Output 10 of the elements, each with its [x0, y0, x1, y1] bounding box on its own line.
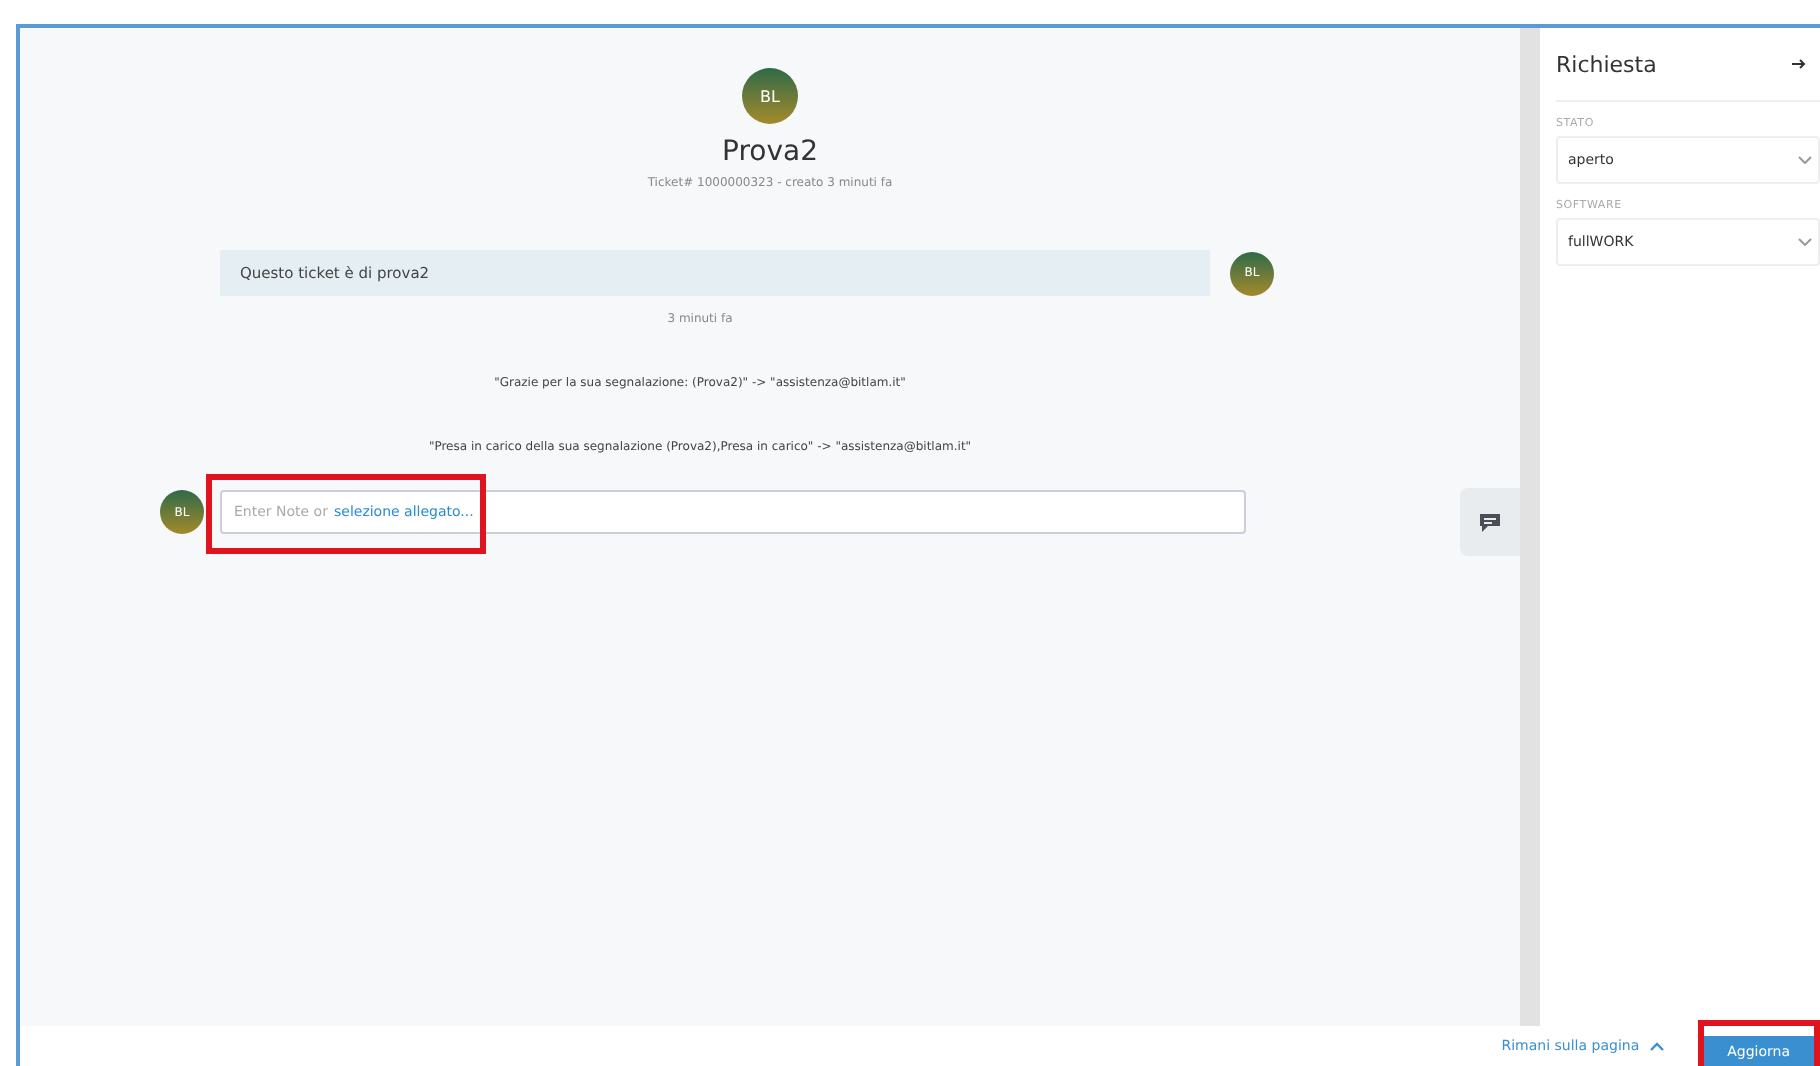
- sidebar-title: Richiesta: [1556, 51, 1657, 77]
- chevron-down-icon: [1798, 238, 1812, 246]
- chevron-up-icon: [1649, 1041, 1664, 1051]
- scrollbar[interactable]: [1520, 28, 1540, 1026]
- comment-icon: [1478, 511, 1502, 533]
- arrow-right-icon[interactable]: [1792, 56, 1808, 72]
- avatar: BL: [742, 68, 798, 124]
- ticket-title: Prova2: [722, 136, 818, 168]
- chevron-down-icon: [1798, 156, 1812, 164]
- comment-toggle-button[interactable]: [1460, 488, 1520, 556]
